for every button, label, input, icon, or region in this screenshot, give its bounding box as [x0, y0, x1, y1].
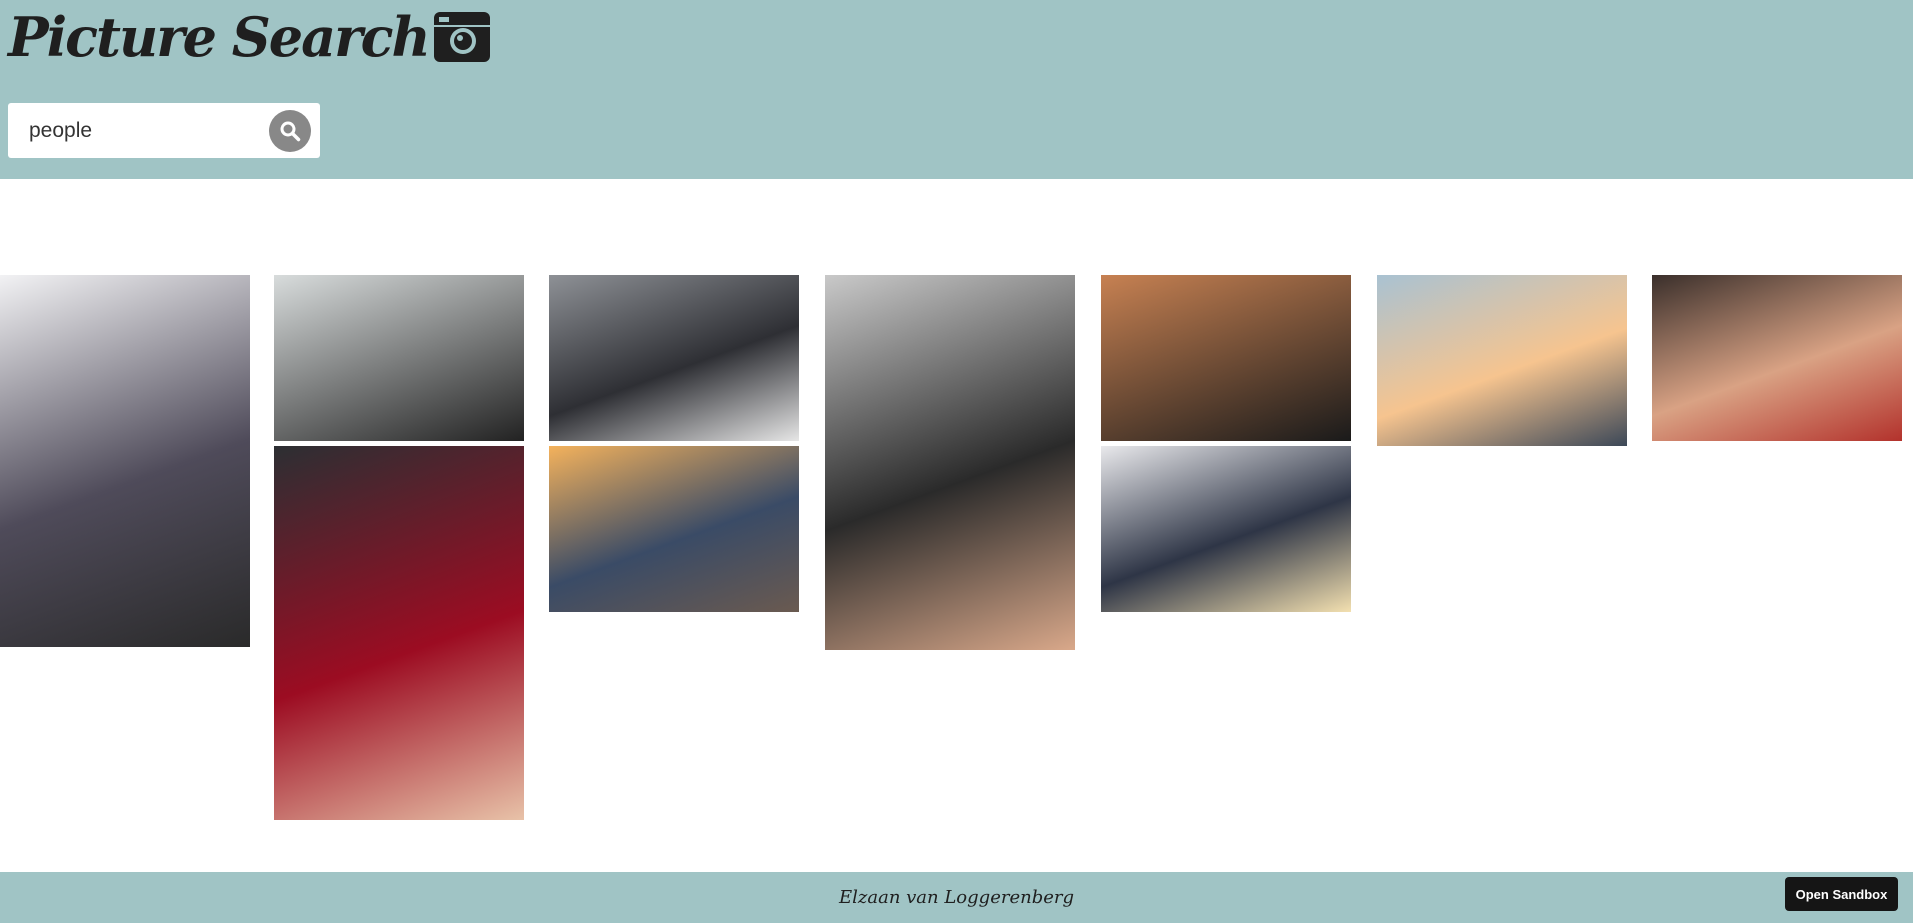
footer-author: Elzaan van Loggerenberg — [838, 887, 1074, 908]
image-result[interactable] — [274, 446, 524, 820]
image-result[interactable] — [1377, 275, 1627, 446]
app-logo: Picture Search — [8, 4, 491, 70]
image-result[interactable] — [1101, 446, 1351, 612]
image-result[interactable] — [274, 275, 524, 441]
app-footer: Elzaan van Loggerenberg — [0, 872, 1913, 923]
app-title: Picture Search — [8, 5, 431, 69]
image-result[interactable] — [825, 275, 1075, 650]
search-input[interactable] — [8, 103, 258, 158]
search-bar — [8, 103, 320, 158]
image-result[interactable] — [549, 446, 799, 612]
search-button[interactable] — [269, 110, 311, 152]
image-result[interactable] — [549, 275, 799, 441]
image-result[interactable] — [1652, 275, 1902, 441]
camera-icon — [433, 12, 490, 62]
search-icon — [280, 121, 301, 142]
open-sandbox-button[interactable]: Open Sandbox — [1785, 877, 1898, 911]
image-result[interactable] — [1101, 275, 1351, 441]
image-result[interactable] — [0, 275, 250, 647]
app-header: Picture Search — [0, 0, 1913, 179]
